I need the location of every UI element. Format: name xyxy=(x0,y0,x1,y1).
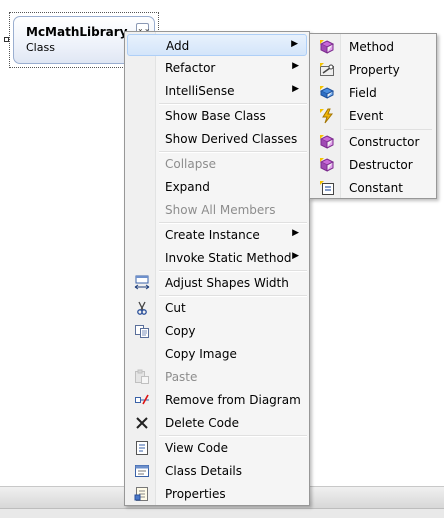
menu-item-label: Copy Image xyxy=(165,347,237,361)
menu-item-label: Paste xyxy=(165,370,198,384)
menu-item-label: Show All Members xyxy=(165,203,276,217)
submenu-item-label: Method xyxy=(349,40,395,54)
menu-item-copy-image[interactable]: Copy Image xyxy=(127,343,307,365)
menu-item-label: Properties xyxy=(165,487,226,501)
menu-item-cut[interactable]: Cut xyxy=(127,297,307,319)
menu-item-show-derived-classes[interactable]: Show Derived Classes xyxy=(127,128,307,150)
delete-x-icon xyxy=(136,417,148,429)
copy-icon xyxy=(135,325,149,338)
menu-item-delete-code[interactable]: Delete Code xyxy=(127,412,307,434)
menu-item-remove-from-diagram[interactable]: Remove from Diagram xyxy=(127,389,307,411)
class-kind: Class xyxy=(26,41,55,54)
submenu-item-method[interactable]: Method xyxy=(312,36,434,58)
submenu-item-label: Field xyxy=(349,86,377,100)
menu-item-create-instance[interactable]: Create Instance ▶ xyxy=(127,224,307,246)
scissors-icon xyxy=(137,301,147,315)
resize-handle[interactable] xyxy=(4,37,9,42)
menu-item-paste: Paste xyxy=(127,366,307,388)
destructor-icon xyxy=(319,158,335,172)
event-icon xyxy=(320,108,334,124)
menu-item-label: Show Base Class xyxy=(165,109,266,123)
menu-item-label: Remove from Diagram xyxy=(165,393,301,407)
submenu-item-field[interactable]: Field xyxy=(312,82,434,104)
constructor-icon xyxy=(319,135,335,149)
menu-item-add[interactable]: Add ▶ xyxy=(127,34,307,56)
submenu-arrow-icon: ▶ xyxy=(291,39,298,49)
menu-item-label: Show Derived Classes xyxy=(165,132,298,146)
menu-item-label: Cut xyxy=(165,301,186,315)
menu-item-label: Refactor xyxy=(165,61,216,75)
submenu-item-destructor[interactable]: Destructor xyxy=(312,154,434,176)
submenu-item-label: Constructor xyxy=(349,135,420,149)
menu-item-collapse: Collapse xyxy=(127,153,307,175)
class-details-icon xyxy=(135,465,149,477)
remove-from-diagram-icon xyxy=(135,394,149,405)
menu-item-label: Adjust Shapes Width xyxy=(165,276,289,290)
paste-icon xyxy=(135,369,149,384)
menu-item-label: Delete Code xyxy=(165,416,239,430)
field-icon xyxy=(319,86,335,99)
menu-item-refactor[interactable]: Refactor ▶ xyxy=(127,57,307,79)
constant-icon xyxy=(320,181,334,195)
view-code-icon xyxy=(136,441,148,455)
submenu-arrow-icon: ▶ xyxy=(292,61,299,71)
submenu-item-label: Event xyxy=(349,109,384,123)
menu-item-expand[interactable]: Expand xyxy=(127,176,307,198)
menu-item-invoke-static-method[interactable]: Invoke Static Method ▶ xyxy=(127,247,307,269)
properties-icon xyxy=(134,487,148,501)
submenu-arrow-icon: ▶ xyxy=(292,228,299,238)
menu-item-label: Class Details xyxy=(165,464,242,478)
menu-item-copy[interactable]: Copy xyxy=(127,320,307,342)
menu-item-label: Invoke Static Method xyxy=(165,251,292,265)
menu-separator xyxy=(344,129,432,130)
menu-item-label: View Code xyxy=(165,441,229,455)
menu-item-label: Collapse xyxy=(165,157,216,171)
submenu-item-constructor[interactable]: Constructor xyxy=(312,131,434,153)
menu-item-label: Create Instance xyxy=(165,228,260,242)
menu-item-show-base-class[interactable]: Show Base Class xyxy=(127,105,307,127)
menu-item-show-all-members: Show All Members xyxy=(127,199,307,221)
menu-item-intellisense[interactable]: IntelliSense ▶ xyxy=(127,80,307,102)
submenu-item-label: Constant xyxy=(349,181,403,195)
property-icon xyxy=(320,63,334,76)
submenu-arrow-icon: ▶ xyxy=(292,84,299,94)
menu-item-properties[interactable]: Properties xyxy=(127,483,307,505)
submenu-arrow-icon: ▶ xyxy=(292,251,299,261)
menu-item-label: IntelliSense xyxy=(165,84,235,98)
menu-item-label: Add xyxy=(166,39,190,53)
menu-item-class-details[interactable]: Class Details xyxy=(127,460,307,482)
menu-item-label: Expand xyxy=(165,180,210,194)
menu-item-adjust-shapes-width[interactable]: Adjust Shapes Width xyxy=(127,272,307,294)
adjust-width-icon xyxy=(134,275,150,290)
menu-item-view-code[interactable]: View Code xyxy=(127,437,307,459)
add-submenu: Method Property Field Event Constructor … xyxy=(309,33,437,199)
submenu-item-event[interactable]: Event xyxy=(312,105,434,127)
context-menu: Add ▶ Refactor ▶ IntelliSense ▶ Show Bas… xyxy=(124,31,310,506)
method-icon xyxy=(319,40,335,54)
submenu-item-property[interactable]: Property xyxy=(312,59,434,81)
submenu-item-label: Property xyxy=(349,63,400,77)
submenu-item-label: Destructor xyxy=(349,158,413,172)
submenu-item-constant[interactable]: Constant xyxy=(312,177,434,199)
class-name: McMathLibrary xyxy=(26,25,128,39)
menu-item-label: Copy xyxy=(165,324,196,338)
